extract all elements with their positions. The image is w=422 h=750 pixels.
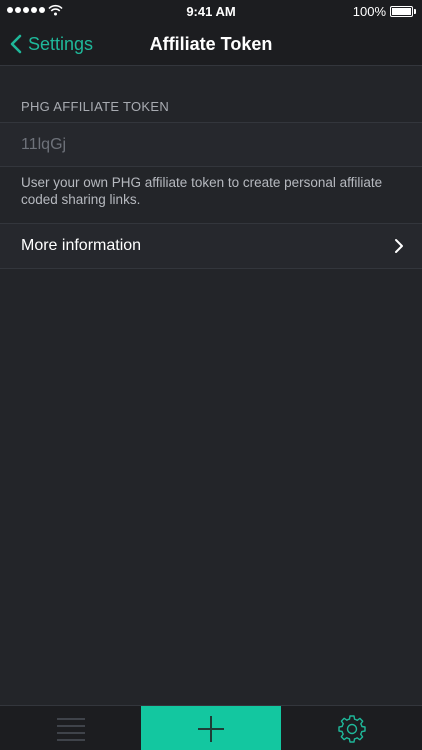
gear-icon [337, 714, 366, 743]
list-icon [56, 717, 85, 741]
screen: 9:41 AM 100% Settings Affiliate Token PH… [0, 0, 422, 750]
battery-tip [414, 9, 416, 14]
section-header: PHG AFFILIATE TOKEN [21, 99, 170, 114]
token-row [0, 122, 422, 167]
page-title: Affiliate Token [149, 34, 273, 54]
tab-add[interactable] [141, 706, 281, 750]
tab-settings[interactable] [281, 706, 422, 750]
status-bar: 9:41 AM 100% [0, 0, 422, 22]
chevron-right-icon [395, 239, 403, 253]
tab-bar [0, 705, 422, 750]
more-information-label: More information [21, 237, 142, 254]
navigation-bar: Settings Affiliate Token [0, 22, 422, 66]
more-information-row[interactable]: More information [0, 223, 422, 269]
battery-percent: 100% [352, 4, 386, 19]
affiliate-token-field[interactable] [21, 123, 401, 166]
battery-icon [390, 6, 413, 17]
section-footer-text: User your own PHG affiliate token to cre… [21, 175, 383, 207]
plus-icon [198, 715, 224, 742]
battery-fill [392, 8, 411, 15]
tab-list[interactable] [0, 706, 141, 750]
